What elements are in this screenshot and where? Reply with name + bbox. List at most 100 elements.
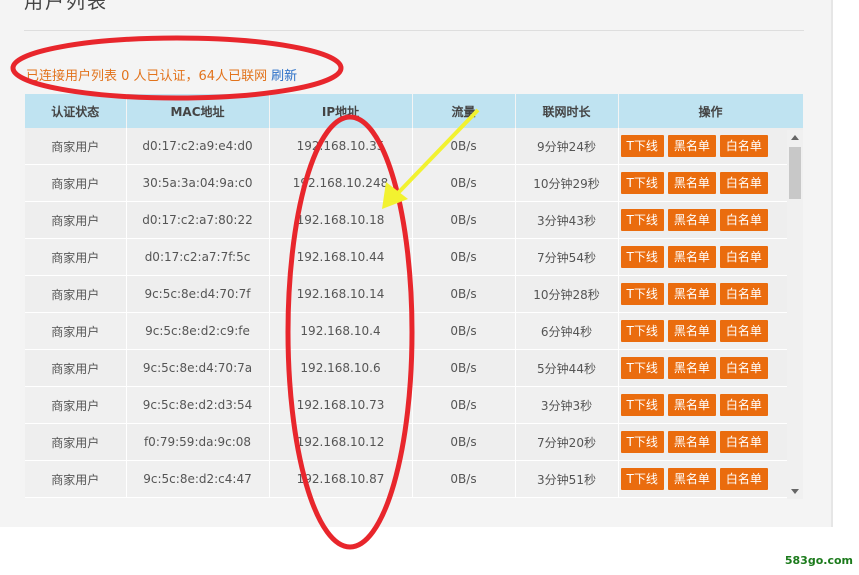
- table-row: 商家用户 9c:5c:8e:d4:70:7a 192.168.10.6 0B/s 5分钟…: [25, 349, 803, 387]
- whitelist-button[interactable]: 白名单: [719, 283, 768, 305]
- cell-ip: 192.168.10.44: [269, 238, 413, 276]
- kick-offline-button[interactable]: T下线: [620, 246, 664, 268]
- cell-mac: 9c:5c:8e:d4:70:7f: [126, 275, 270, 313]
- scroll-thumb[interactable]: [789, 147, 801, 199]
- kick-offline-button[interactable]: T下线: [620, 394, 664, 416]
- cell-mac: 9c:5c:8e:d2:c9:fe: [126, 312, 270, 350]
- whitelist-button[interactable]: 白名单: [719, 246, 768, 268]
- cell-traffic: 0B/s: [412, 423, 516, 461]
- cell-ip: 192.168.10.6: [269, 349, 413, 387]
- cell-traffic: 0B/s: [412, 312, 516, 350]
- table-row: 商家用户 d0:17:c2:a9:e4:d0 192.168.10.35 0B/s 9分…: [25, 128, 803, 165]
- right-strip: [831, 0, 859, 527]
- cell-status: 商家用户: [25, 423, 127, 461]
- whitelist-button[interactable]: 白名单: [719, 431, 768, 453]
- table-row: 商家用户 9c:5c:8e:d2:c9:fe 192.168.10.4 0B/s 6分钟…: [25, 312, 803, 350]
- cell-duration: 6分钟4秒: [515, 312, 619, 350]
- blacklist-button[interactable]: 黑名单: [667, 246, 716, 268]
- cell-ip: 192.168.10.35: [269, 128, 413, 165]
- cell-mac: 30:5a:3a:04:9a:c0: [126, 164, 270, 202]
- cell-traffic: 0B/s: [412, 460, 516, 498]
- header-ip: IP地址: [269, 94, 413, 128]
- cell-traffic: 0B/s: [412, 201, 516, 239]
- scroll-up-arrow-icon[interactable]: [791, 135, 799, 140]
- header-actions: 操作: [618, 94, 803, 128]
- cell-status: 商家用户: [25, 238, 127, 276]
- cell-mac: 9c:5c:8e:d4:70:7a: [126, 349, 270, 387]
- user-table: 认证状态 MAC地址 IP地址 流量 联网时长 操作 商家用户 d0:17:c2:…: [25, 94, 803, 498]
- whitelist-button[interactable]: 白名单: [719, 209, 768, 231]
- kick-offline-button[interactable]: T下线: [620, 209, 664, 231]
- cell-duration: 10分钟28秒: [515, 275, 619, 313]
- blacklist-button[interactable]: 黑名单: [667, 320, 716, 342]
- cell-traffic: 0B/s: [412, 164, 516, 202]
- kick-offline-button[interactable]: T下线: [620, 135, 664, 157]
- cell-traffic: 0B/s: [412, 128, 516, 165]
- blacklist-button[interactable]: 黑名单: [667, 209, 716, 231]
- kick-offline-button[interactable]: T下线: [620, 431, 664, 453]
- kick-offline-button[interactable]: T下线: [620, 357, 664, 379]
- table-row: 商家用户 9c:5c:8e:d4:70:7f 192.168.10.14 0B/s 10…: [25, 275, 803, 313]
- whitelist-button[interactable]: 白名单: [719, 357, 768, 379]
- cell-status: 商家用户: [25, 128, 127, 165]
- table-row: 商家用户 9c:5c:8e:d2:d3:54 192.168.10.73 0B/s 3分…: [25, 386, 803, 424]
- cell-ip: 192.168.10.12: [269, 423, 413, 461]
- table-header-row: 认证状态 MAC地址 IP地址 流量 联网时长 操作: [25, 94, 803, 128]
- cell-mac: 9c:5c:8e:d2:c4:47: [126, 460, 270, 498]
- table-row: 商家用户 9c:5c:8e:d2:c4:47 192.168.10.87 0B/s 3分…: [25, 460, 803, 498]
- cell-status: 商家用户: [25, 312, 127, 350]
- scroll-down-arrow-icon[interactable]: [791, 489, 799, 494]
- cell-actions: T下线 黑名单 白名单: [618, 423, 803, 461]
- cell-duration: 7分钟54秒: [515, 238, 619, 276]
- cell-traffic: 0B/s: [412, 386, 516, 424]
- kick-offline-button[interactable]: T下线: [620, 283, 664, 305]
- cell-ip: 192.168.10.14: [269, 275, 413, 313]
- cell-status: 商家用户: [25, 275, 127, 313]
- header-duration: 联网时长: [515, 94, 619, 128]
- cell-mac: d0:17:c2:a7:80:22: [126, 201, 270, 239]
- cell-status: 商家用户: [25, 201, 127, 239]
- cell-actions: T下线 黑名单 白名单: [618, 460, 803, 498]
- blacklist-button[interactable]: 黑名单: [667, 468, 716, 490]
- header-traffic: 流量: [412, 94, 516, 128]
- cell-duration: 9分钟24秒: [515, 128, 619, 165]
- whitelist-button[interactable]: 白名单: [719, 135, 768, 157]
- whitelist-button[interactable]: 白名单: [719, 320, 768, 342]
- table-row: 商家用户 d0:17:c2:a7:7f:5c 192.168.10.44 0B/s 7分…: [25, 238, 803, 276]
- blacklist-button[interactable]: 黑名单: [667, 172, 716, 194]
- blacklist-button[interactable]: 黑名单: [667, 357, 716, 379]
- cell-duration: 3分钟43秒: [515, 201, 619, 239]
- cell-actions: T下线 黑名单 白名单: [618, 312, 803, 350]
- whitelist-button[interactable]: 白名单: [719, 468, 768, 490]
- kick-offline-button[interactable]: T下线: [620, 172, 664, 194]
- blacklist-button[interactable]: 黑名单: [667, 135, 716, 157]
- header-mac: MAC地址: [126, 94, 270, 128]
- cell-status: 商家用户: [25, 349, 127, 387]
- header-status: 认证状态: [25, 94, 127, 128]
- cell-duration: 3分钟51秒: [515, 460, 619, 498]
- cell-mac: d0:17:c2:a9:e4:d0: [126, 128, 270, 165]
- cell-actions: T下线 黑名单 白名单: [618, 164, 803, 202]
- watermark-logo: 583go.com: [784, 554, 853, 567]
- blacklist-button[interactable]: 黑名单: [667, 431, 716, 453]
- cell-duration: 7分钟20秒: [515, 423, 619, 461]
- whitelist-button[interactable]: 白名单: [719, 172, 768, 194]
- whitelist-button[interactable]: 白名单: [719, 394, 768, 416]
- blacklist-button[interactable]: 黑名单: [667, 394, 716, 416]
- user-count-notice: 已连接用户列表 0 人已认证，64人已联网 刷新: [26, 68, 297, 86]
- page-title: 用户列表: [24, 0, 109, 13]
- cell-actions: T下线 黑名单 白名单: [618, 349, 803, 387]
- cell-traffic: 0B/s: [412, 349, 516, 387]
- kick-offline-button[interactable]: T下线: [620, 468, 664, 490]
- refresh-link[interactable]: 刷新: [271, 69, 297, 84]
- user-table-container: 认证状态 MAC地址 IP地址 流量 联网时长 操作 商家用户 d0:17:c2:…: [25, 94, 803, 499]
- cell-traffic: 0B/s: [412, 238, 516, 276]
- blacklist-button[interactable]: 黑名单: [667, 283, 716, 305]
- cell-ip: 192.168.10.73: [269, 386, 413, 424]
- table-row: 商家用户 30:5a:3a:04:9a:c0 192.168.10.248 0B/s 1…: [25, 164, 803, 202]
- cell-ip: 192.168.10.87: [269, 460, 413, 498]
- table-scrollbar[interactable]: [787, 130, 803, 499]
- table-row: 商家用户 d0:17:c2:a7:80:22 192.168.10.18 0B/s 3分…: [25, 201, 803, 239]
- kick-offline-button[interactable]: T下线: [620, 320, 664, 342]
- table-body: 商家用户 d0:17:c2:a9:e4:d0 192.168.10.35 0B/s 9分…: [25, 128, 803, 498]
